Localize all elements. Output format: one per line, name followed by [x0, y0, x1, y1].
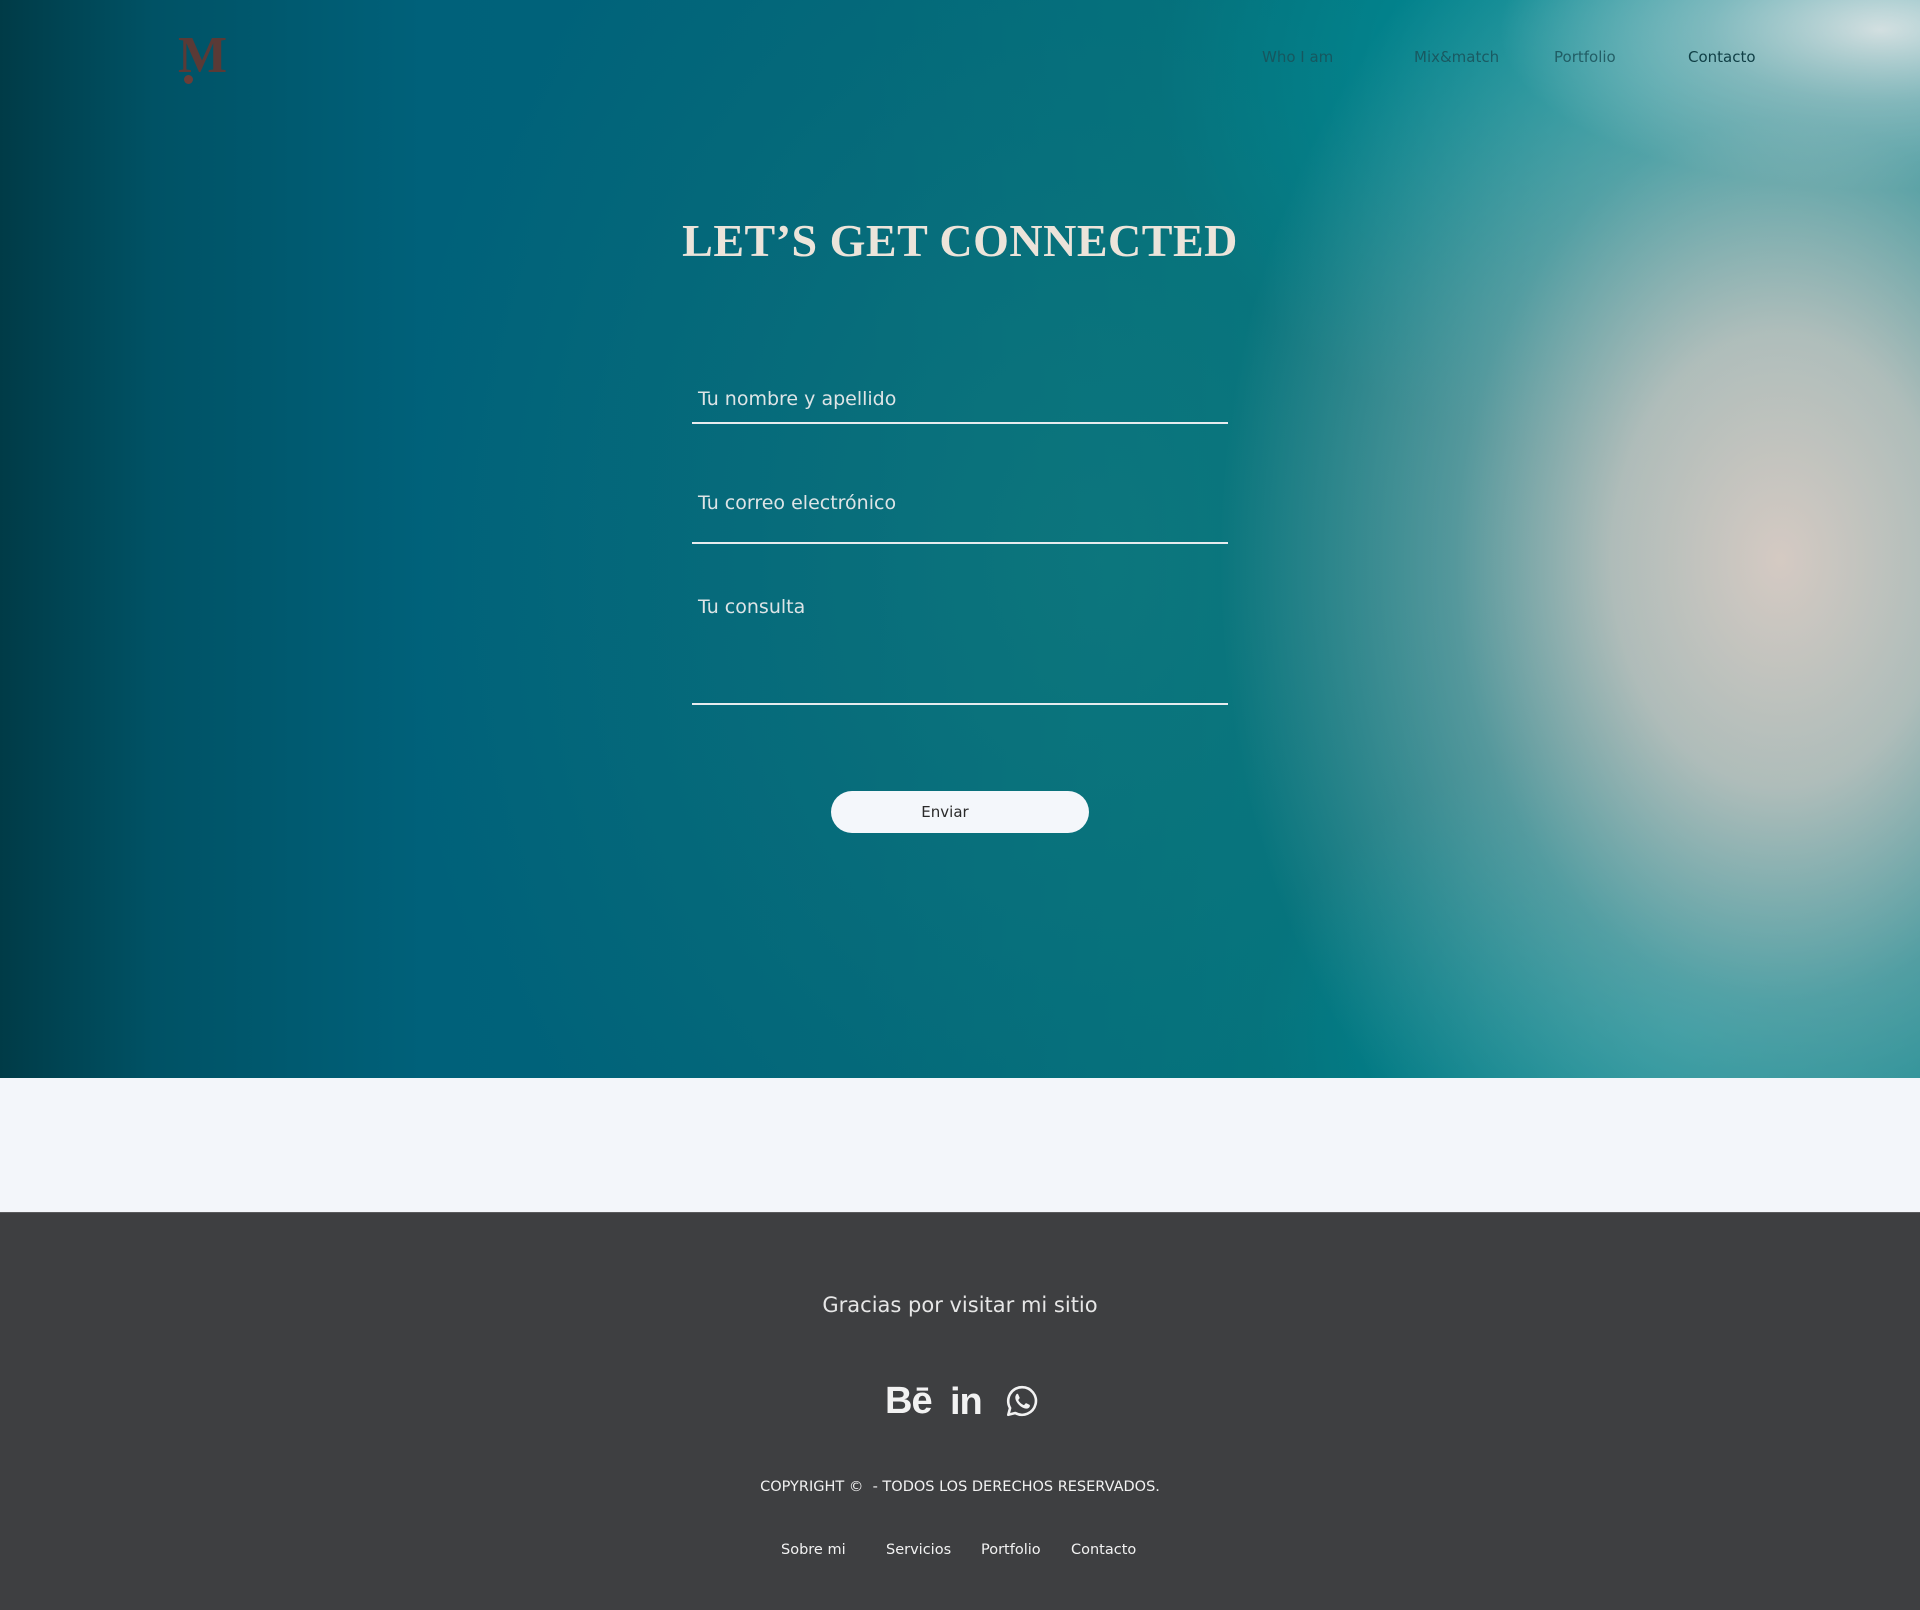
footer-link-servicios[interactable]: Servicios	[886, 1542, 951, 1558]
footer-link-contacto[interactable]: Contacto	[1071, 1542, 1136, 1558]
message-field[interactable]: Tu consulta	[692, 592, 1228, 705]
email-field[interactable]: Tu correo electrónico	[692, 488, 1228, 544]
contact-hero-section: M Who I am Mix&match Portfolio Contacto …	[0, 0, 1920, 1078]
page-title: LET’S GET CONNECTED	[682, 215, 1238, 266]
footer-link-sobre-mi[interactable]: Sobre mi	[781, 1542, 846, 1558]
footer-thanks-text: Gracias por visitar mi sitio	[822, 1293, 1098, 1317]
name-placeholder: Tu nombre y apellido	[698, 388, 897, 410]
linkedin-icon[interactable]: in	[950, 1380, 986, 1423]
nav-item-who-i-am[interactable]: Who I am	[1262, 48, 1333, 66]
footer-nav: Sobre mi Servicios Portfolio Contacto	[0, 1542, 1920, 1562]
section-spacer	[0, 1078, 1920, 1212]
nav-item-contacto[interactable]: Contacto	[1688, 48, 1756, 66]
footer-link-portfolio[interactable]: Portfolio	[981, 1542, 1041, 1558]
copyright-text: COPYRIGHT © - TODOS LOS DERECHOS RESERVA…	[760, 1479, 1160, 1495]
nav-item-portfolio[interactable]: Portfolio	[1554, 48, 1616, 66]
message-placeholder: Tu consulta	[698, 596, 806, 618]
name-field[interactable]: Tu nombre y apellido	[692, 380, 1228, 424]
whatsapp-icon[interactable]	[1005, 1384, 1039, 1426]
nav-item-mix-match[interactable]: Mix&match	[1414, 48, 1499, 66]
submit-button[interactable]: Enviar	[831, 791, 1089, 833]
main-nav: Who I am Mix&match Portfolio Contacto	[0, 48, 1920, 68]
social-links: Bē in	[885, 1380, 1045, 1423]
logo-dot	[184, 75, 193, 84]
whatsapp-icon-graphic	[1006, 1385, 1038, 1417]
email-placeholder: Tu correo electrónico	[698, 492, 897, 514]
behance-icon[interactable]: Bē	[885, 1380, 937, 1422]
site-footer: Gracias por visitar mi sitio Bē in COPYR…	[0, 1212, 1920, 1610]
